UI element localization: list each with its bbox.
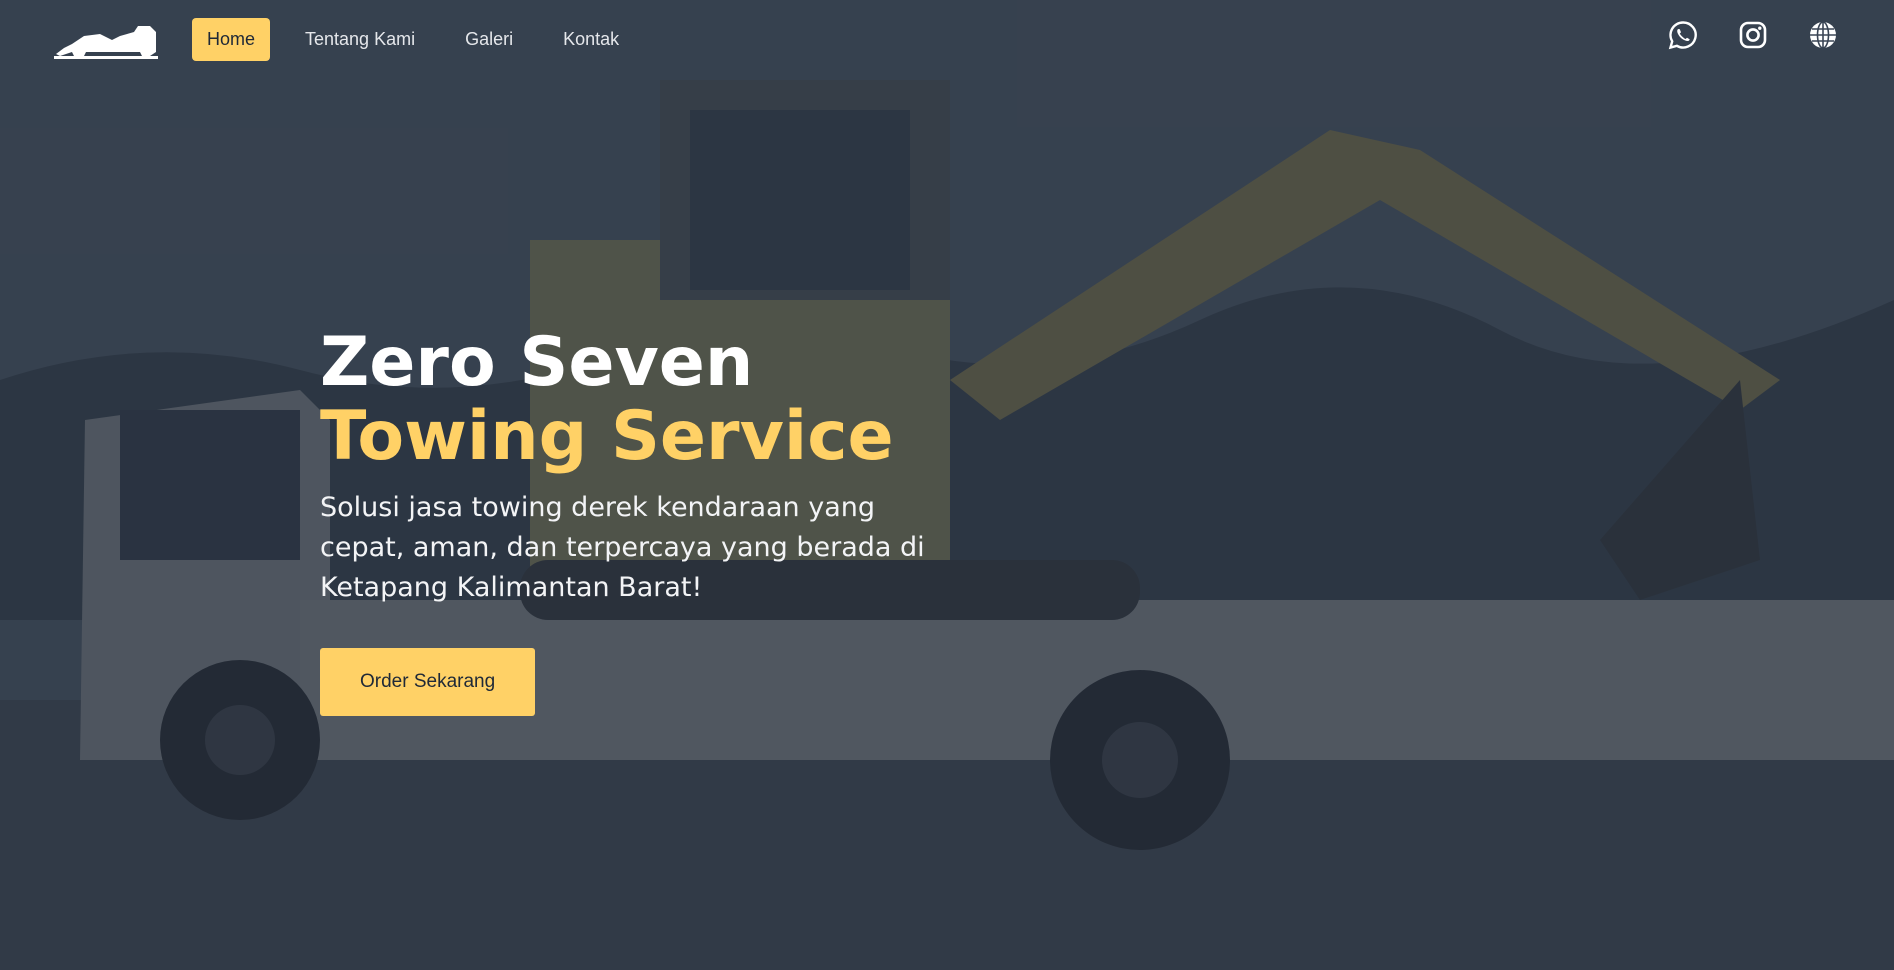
whatsapp-icon[interactable] bbox=[1668, 20, 1698, 50]
landing-page: Home Tentang Kami Galeri Kontak Zero Sev… bbox=[0, 0, 1894, 970]
tow-truck-logo-icon[interactable] bbox=[54, 22, 158, 60]
nav-galeri-link[interactable]: Galeri bbox=[450, 18, 528, 61]
instagram-icon[interactable] bbox=[1738, 20, 1768, 50]
hero-title-line-2: Towing Service bbox=[320, 397, 894, 476]
order-now-button[interactable]: Order Sekarang bbox=[320, 648, 536, 716]
hero-title-line-1: Zero Seven bbox=[320, 323, 754, 402]
social-links bbox=[1668, 20, 1838, 50]
hero-description: Solusi jasa towing derek kendaraan yang … bbox=[320, 492, 925, 603]
nav-links: Home Tentang Kami Galeri Kontak bbox=[192, 18, 654, 61]
globe-icon[interactable] bbox=[1808, 20, 1838, 50]
nav-kontak-link[interactable]: Kontak bbox=[548, 18, 634, 61]
navbar: Home Tentang Kami Galeri Kontak bbox=[0, 0, 1894, 80]
nav-tentang-kami-link[interactable]: Tentang Kami bbox=[290, 18, 430, 61]
hero-section: Zero Seven Towing Service Solusi jasa to… bbox=[320, 326, 1020, 716]
nav-home-link[interactable]: Home bbox=[192, 18, 271, 61]
